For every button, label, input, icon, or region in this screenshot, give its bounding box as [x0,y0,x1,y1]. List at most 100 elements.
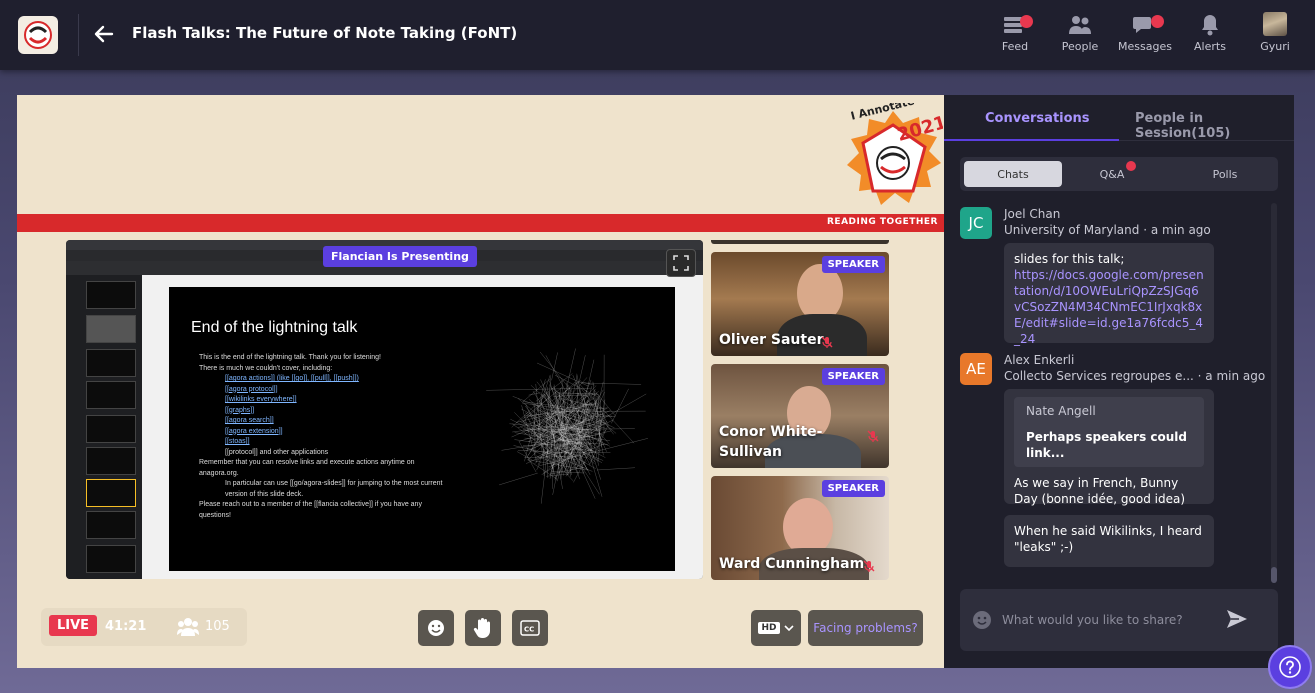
chat-input[interactable] [1002,609,1222,631]
speaker-badge: SPEAKER [821,368,885,385]
message-author: Alex Enkerli [1004,353,1075,367]
message-bubble: Nate Angell Perhaps speakers could link.… [1004,389,1214,506]
session-timer: 41:21 [105,619,147,634]
speaker-name: Oliver Sauter [719,332,824,348]
feed-notification-dot [1020,15,1033,28]
nav-profile[interactable]: Gyuri [1243,12,1307,60]
mic-muted-icon [821,336,833,348]
tab-indicator [944,139,1119,141]
message-bubble: slides for this talk; https://docs.googl… [1004,243,1214,346]
author-org: Collecto Services regroupes e... [1004,369,1194,383]
slide-thumb [86,545,136,573]
expand-icon [673,255,689,271]
nav-label: Feed [1001,40,1029,53]
slide-title: End of the lightning talk [191,319,358,336]
speaker-badge: SPEAKER [821,256,885,273]
chat-composer [960,589,1278,651]
banner-text: READING TOGETHER [827,217,938,227]
message-meta: University of Maryland · a min ago [1004,223,1211,237]
nav-alerts[interactable]: Alerts [1178,12,1242,60]
speaker-tile[interactable]: SPEAKER Oliver Sauter [711,252,889,356]
chevron-down-icon [783,625,794,632]
chat-scrollbar[interactable] [1271,203,1277,583]
speaker-badge: SPEAKER [821,480,885,497]
send-icon[interactable] [1226,609,1248,629]
banner-bar [17,214,944,232]
slide-thumb [86,511,136,539]
raise-hand-button[interactable] [465,610,501,646]
session-title: Flash Talks: The Future of Note Taking (… [132,24,518,42]
avatar: AE [960,353,992,385]
message-time: a min ago [1205,369,1266,383]
attendee-count: 105 [205,619,230,634]
slide-bullet: Remember that you can resolve links and … [199,459,415,477]
tab-conversations[interactable]: Conversations [985,111,1090,126]
emoji-button[interactable] [418,610,454,646]
attendees-icon [177,618,199,636]
message-text: As we say in French, Bunny Day (bonne id… [1014,476,1186,506]
chat-segment-control: Chats Q&A Polls [960,157,1278,191]
slide-bullet: [[agora extension]] [225,427,283,435]
speaker-tile[interactable]: SPEAKER Conor White-Sullivan [711,364,889,468]
stage: READING TOGETHER I Annotate 2021 End of … [17,95,944,668]
hand-icon [473,618,490,638]
message-time: a min ago [1150,223,1211,237]
slide-bullet: In particular can use [[go/agora-slides]… [225,480,443,498]
slide-bullet: [[graphs]] [225,406,255,414]
top-bar: Flash Talks: The Future of Note Taking (… [0,0,1315,70]
event-logo[interactable] [18,16,58,54]
slide-bullet: Please reach out to a member of the [[fl… [199,501,422,519]
shared-screen: End of the lightning talk This is the en… [66,240,703,579]
nav-label: Alerts [1194,40,1226,53]
nav-people[interactable]: People [1048,12,1112,60]
current-slide: End of the lightning talk This is the en… [169,287,675,571]
slide-bullet: [[agora search]] [225,417,274,424]
segment-chats[interactable]: Chats [964,161,1062,187]
message-text: slides for this talk; [1014,252,1125,266]
message-meta: Collecto Services regroupes e... · a min… [1004,369,1266,383]
tab-people-in-session[interactable]: People in Session(105) [1135,111,1294,141]
bell-icon [1202,15,1218,36]
side-panel: Conversations People in Session(105) Cha… [944,95,1294,668]
people-icon [1069,16,1091,34]
quoted-author: Nate Angell [1026,404,1096,418]
logo-icon [24,21,52,49]
captions-button[interactable]: CC [512,610,548,646]
segment-qa[interactable]: Q&A [1063,161,1161,187]
slide-bullet: [[protocol]] and other applications [225,448,329,456]
message-link[interactable]: https://docs.google.com/presentation/d/1… [1014,267,1204,347]
smiley-icon [428,620,444,636]
fullscreen-button[interactable] [666,249,696,277]
slide-thumb [86,447,136,475]
badge-title: I Annotate [849,103,915,123]
back-arrow-icon[interactable] [92,22,116,46]
nav-messages[interactable]: Messages [1113,12,1177,60]
slide-thumbnails [66,275,142,579]
mic-muted-icon [863,560,875,572]
message-text: When he said Wikilinks, I heard "leaks" … [1014,524,1202,554]
quoted-text: Perhaps speakers could link... [1026,430,1188,460]
slide-bullet: [[agora actions]] (like [[go]], [[pull]]… [225,375,359,382]
author-org: University of Maryland [1004,223,1140,237]
emoji-icon[interactable] [972,610,992,630]
help-button[interactable] [1268,645,1312,689]
messages-notification-dot [1151,15,1164,28]
slide-thumb [86,381,136,409]
hd-label: HD [758,622,780,634]
segment-polls[interactable]: Polls [1176,161,1274,187]
quality-selector[interactable]: HD [751,610,801,646]
nav-feed[interactable]: Feed [983,12,1047,60]
quoted-message: Nate Angell Perhaps speakers could link.… [1014,397,1204,467]
slide-thumb [86,349,136,377]
mic-muted-icon [867,430,879,442]
question-mark-icon [1279,656,1301,678]
live-badge: LIVE [49,615,98,636]
speaker-tile[interactable]: SPEAKER Ward Cunningham [711,476,889,580]
nav-label: People [1061,40,1099,53]
slide-bullet: [[wikilinks everywhere]] [225,396,297,403]
speaker-tile-partial [711,240,889,244]
svg-text:CC: CC [524,626,534,634]
qa-notification-dot [1126,161,1136,171]
facing-problems-button[interactable]: Facing problems? [808,610,923,646]
scrollbar-thumb[interactable] [1271,567,1277,583]
